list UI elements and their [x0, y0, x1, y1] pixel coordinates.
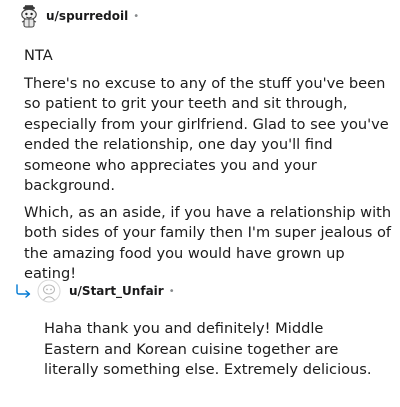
- separator-dot: •: [168, 285, 175, 297]
- reply-arrow-icon: [16, 284, 31, 298]
- reply-paragraph: Haha thank you and definitely! Middle Ea…: [44, 320, 372, 378]
- comment-paragraph: There's no excuse to any of the stuff yo…: [24, 74, 389, 195]
- comment-header: u/spurredoil •: [18, 4, 139, 28]
- comment-body: NTA There's no excuse to any of the stuf…: [24, 46, 396, 291]
- comment-username[interactable]: u/spurredoil: [46, 9, 128, 23]
- snoo-avatar-icon[interactable]: [18, 4, 40, 28]
- comment-thread: u/spurredoil • NTA There's no excuse to …: [0, 0, 400, 407]
- default-avatar-icon[interactable]: [37, 279, 61, 303]
- comment-paragraph: NTA: [24, 47, 53, 64]
- separator-dot: •: [133, 10, 140, 22]
- reply-header: u/Start_Unfair •: [14, 279, 175, 303]
- reply-username[interactable]: u/Start_Unfair: [69, 284, 164, 298]
- comment-paragraph: Which, as an aside, if you have a relati…: [24, 203, 392, 283]
- reply-body: Haha thank you and definitely! Middle Ea…: [44, 319, 374, 381]
